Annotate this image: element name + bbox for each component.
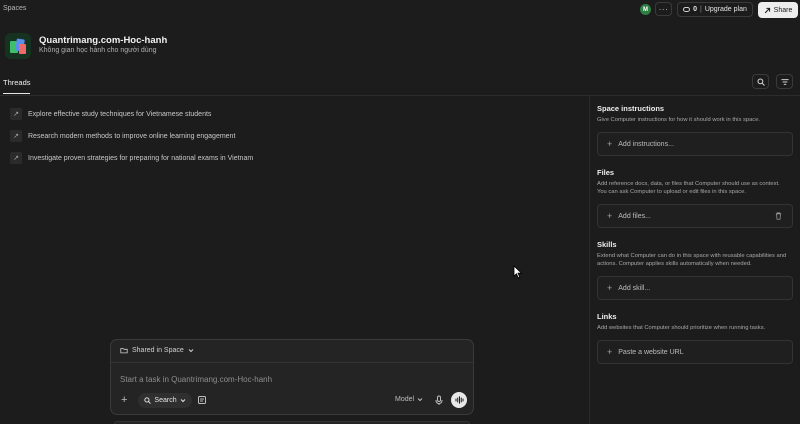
files-desc: Add reference docs, data, or files that … — [597, 181, 780, 195]
arrow-up-right-icon: ↗ — [10, 152, 22, 164]
add-skill-label: Add skill... — [618, 284, 651, 292]
credits-icon — [683, 7, 691, 12]
thread-item[interactable]: ↗ Explore effective study techniques for… — [10, 108, 211, 120]
arrow-up-right-icon: ↗ — [10, 130, 22, 142]
separator: | — [700, 6, 702, 13]
panel-divider — [589, 96, 590, 424]
divider — [0, 95, 800, 96]
plus-icon: + — [607, 138, 613, 149]
filter-button[interactable] — [776, 74, 793, 89]
thread-item[interactable]: ↗ Investigate proven strategies for prep… — [10, 152, 253, 164]
app-window: Spaces M ··· 0 | Upgrade plan Share Quan… — [0, 0, 800, 424]
files-title: Files — [597, 168, 615, 177]
mouse-cursor-icon — [513, 265, 523, 279]
chevron-down-icon — [188, 349, 194, 353]
document-icon[interactable] — [197, 395, 207, 405]
shared-scope-selector[interactable]: Shared in Space — [120, 347, 194, 354]
links-title: Links — [597, 312, 617, 321]
space-subtitle: Không gian học hành cho người dùng — [39, 47, 157, 54]
search-icon — [144, 397, 152, 404]
website-url-input[interactable]: + Paste a website URL — [597, 340, 793, 364]
upgrade-plan-label: Upgrade plan — [704, 6, 747, 13]
model-label: Model — [395, 396, 415, 403]
top-bar: Spaces M ··· 0 | Upgrade plan Share — [0, 0, 800, 20]
chevron-down-icon — [180, 399, 185, 403]
shared-scope-label: Shared in Space — [132, 347, 184, 354]
links-desc: Add websites that Computer should priori… — [597, 325, 766, 331]
tab-threads[interactable]: Threads — [3, 78, 31, 87]
filter-icon — [780, 78, 789, 85]
skills-title: Skills — [597, 240, 617, 249]
waveform-icon — [455, 396, 463, 404]
space-instructions-title: Space instructions — [597, 104, 665, 113]
breadcrumb-spaces[interactable]: Spaces — [3, 5, 26, 12]
search-button[interactable] — [752, 74, 769, 89]
plus-icon: + — [607, 282, 613, 293]
task-composer: Shared in Space + Search Model — [110, 339, 474, 415]
trash-icon[interactable] — [775, 212, 782, 220]
thread-item[interactable]: ↗ Research modern methods to improve onl… — [10, 130, 235, 142]
thread-title: Explore effective study techniques for V… — [28, 110, 212, 118]
model-selector[interactable]: Model — [395, 396, 423, 403]
add-files-label: Add files... — [618, 212, 651, 220]
add-instructions-label: Add instructions... — [618, 140, 674, 148]
folder-icon — [120, 348, 128, 354]
task-input[interactable] — [120, 373, 290, 385]
share-label: Share — [773, 6, 793, 14]
plus-icon: + — [607, 346, 613, 357]
search-icon — [756, 77, 765, 86]
space-title: Quantrimang.com-Hoc-hanh — [39, 35, 168, 46]
add-instructions-button[interactable]: + Add instructions... — [597, 132, 793, 156]
thread-title: Investigate proven strategies for prepar… — [28, 154, 254, 162]
search-mode-label: Search — [154, 397, 177, 404]
space-instructions-desc: Give Computer instructions for how it sh… — [597, 117, 761, 123]
add-attachment-icon[interactable]: + — [121, 395, 127, 406]
active-tab-indicator — [3, 93, 30, 94]
upgrade-plan-button[interactable]: 0 | Upgrade plan — [677, 2, 753, 17]
website-url-placeholder: Paste a website URL — [618, 348, 684, 356]
divider — [111, 362, 473, 363]
share-icon — [764, 7, 770, 13]
skills-desc: Extend what Computer can do in this spac… — [597, 253, 787, 267]
space-logo-icon[interactable] — [5, 33, 31, 59]
user-avatar[interactable]: M — [640, 4, 651, 15]
arrow-up-right-icon: ↗ — [10, 108, 22, 120]
add-files-button[interactable]: + Add files... — [597, 204, 793, 228]
credits-count: 0 — [693, 6, 698, 13]
share-button[interactable]: Share — [758, 2, 798, 18]
chevron-down-icon — [417, 398, 423, 402]
more-options-button[interactable]: ··· — [655, 2, 672, 16]
add-skill-button[interactable]: + Add skill... — [597, 276, 793, 300]
search-mode-button[interactable]: Search — [138, 393, 192, 408]
voice-mode-button[interactable] — [451, 392, 467, 408]
microphone-icon[interactable] — [435, 395, 443, 406]
thread-title: Research modern methods to improve onlin… — [28, 132, 236, 140]
plus-icon: + — [607, 210, 613, 221]
